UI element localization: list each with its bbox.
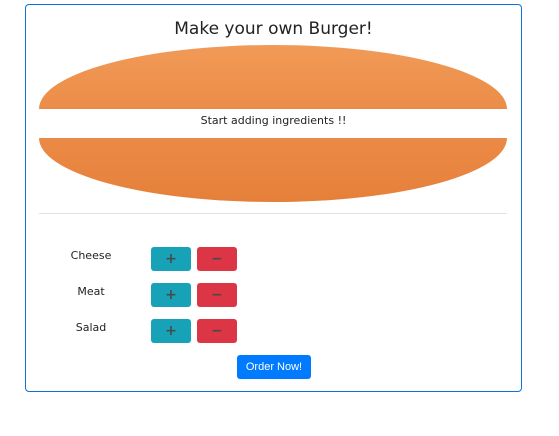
remove-cheese-button[interactable]: − <box>197 247 237 271</box>
burger-builder-card: Make your own Burger! Start adding ingre… <box>25 4 522 392</box>
order-now-button[interactable]: Order Now! <box>237 355 311 379</box>
remove-salad-button[interactable]: − <box>197 319 237 343</box>
page-title: Make your own Burger! <box>174 19 373 39</box>
empty-burger-hint: Start adding ingredients !! <box>200 114 347 127</box>
control-label: Cheese <box>70 249 112 262</box>
add-cheese-button[interactable]: + <box>151 247 191 271</box>
add-meat-button[interactable]: + <box>151 283 191 307</box>
control-label: Meat <box>77 285 105 298</box>
remove-meat-button[interactable]: − <box>197 283 237 307</box>
control-row-salad: Salad + − <box>26 319 326 343</box>
add-salad-button[interactable]: + <box>151 319 191 343</box>
control-label: Salad <box>75 321 107 334</box>
bread-bottom <box>39 138 507 202</box>
control-row-meat: Meat + − <box>26 283 326 307</box>
control-row-cheese: Cheese + − <box>26 247 326 271</box>
divider <box>39 213 507 214</box>
bread-top <box>39 45 507 109</box>
